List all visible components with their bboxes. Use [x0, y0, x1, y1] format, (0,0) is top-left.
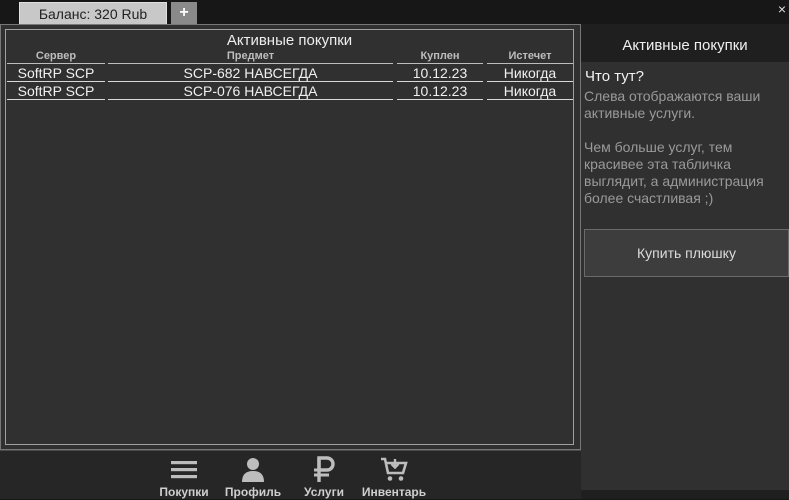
cell-expires: Никогда — [487, 65, 573, 82]
purchases-table: Активные покупки Сервер Предмет Куплен И… — [5, 29, 574, 445]
help-title: Что тут? — [585, 68, 644, 85]
cell-expires: Никогда — [487, 83, 573, 100]
add-tab-button[interactable]: + — [171, 2, 197, 24]
cell-server: SoftRP SCP — [7, 65, 105, 82]
cell-item: SCP-076 НАВСЕГДА — [108, 83, 393, 100]
side-panel-title: Активные покупки — [622, 37, 748, 54]
nav-item-purchases[interactable]: Покупки — [155, 451, 213, 500]
nav-label: Профиль — [224, 485, 282, 499]
help-paragraph: Чем больше услуг, тем красивее эта табли… — [584, 139, 764, 206]
help-text: Слева отображаются ваши активные услуги.… — [584, 88, 789, 207]
column-header-bought: Куплен — [397, 50, 483, 64]
cell-bought: 10.12.23 — [397, 83, 483, 100]
nav-label: Покупки — [159, 485, 209, 499]
nav-item-profile[interactable]: Профиль — [222, 451, 284, 500]
help-box: Что тут? Слева отображаются ваши активны… — [581, 62, 789, 490]
column-header-item: Предмет — [108, 50, 393, 64]
close-icon[interactable]: × — [775, 1, 789, 17]
balance-tab-label: Баланс: 320 Rub — [38, 5, 148, 22]
table-title: Активные покупки — [226, 32, 353, 49]
nav-label: Услуги — [304, 485, 344, 499]
cell-item: SCP-682 НАВСЕГДА — [108, 65, 393, 82]
column-header-server: Сервер — [7, 50, 105, 64]
nav-label: Инвентарь — [361, 485, 427, 499]
ruble-icon — [314, 456, 335, 482]
bottom-nav: Покупки Профиль Услуги Инвентарь — [0, 450, 581, 499]
nav-item-inventory[interactable]: Инвентарь — [358, 451, 430, 500]
column-header-expires: Истечет — [487, 50, 573, 64]
nav-item-services[interactable]: Услуги — [298, 451, 350, 500]
balance-tab[interactable]: Баланс: 320 Rub — [19, 2, 167, 24]
buy-button[interactable]: Купить плюшку — [584, 229, 789, 277]
purchases-panel: Активные покупки Сервер Предмет Куплен И… — [0, 24, 581, 450]
side-panel: Активные покупки Что тут? Слева отобража… — [581, 24, 789, 499]
cell-bought: 10.12.23 — [397, 65, 483, 82]
user-icon — [242, 458, 264, 482]
cart-icon — [381, 457, 408, 481]
list-icon — [171, 461, 197, 479]
cell-server: SoftRP SCP — [7, 83, 105, 100]
help-paragraph: Слева отображаются ваши активные услуги. — [584, 88, 761, 121]
